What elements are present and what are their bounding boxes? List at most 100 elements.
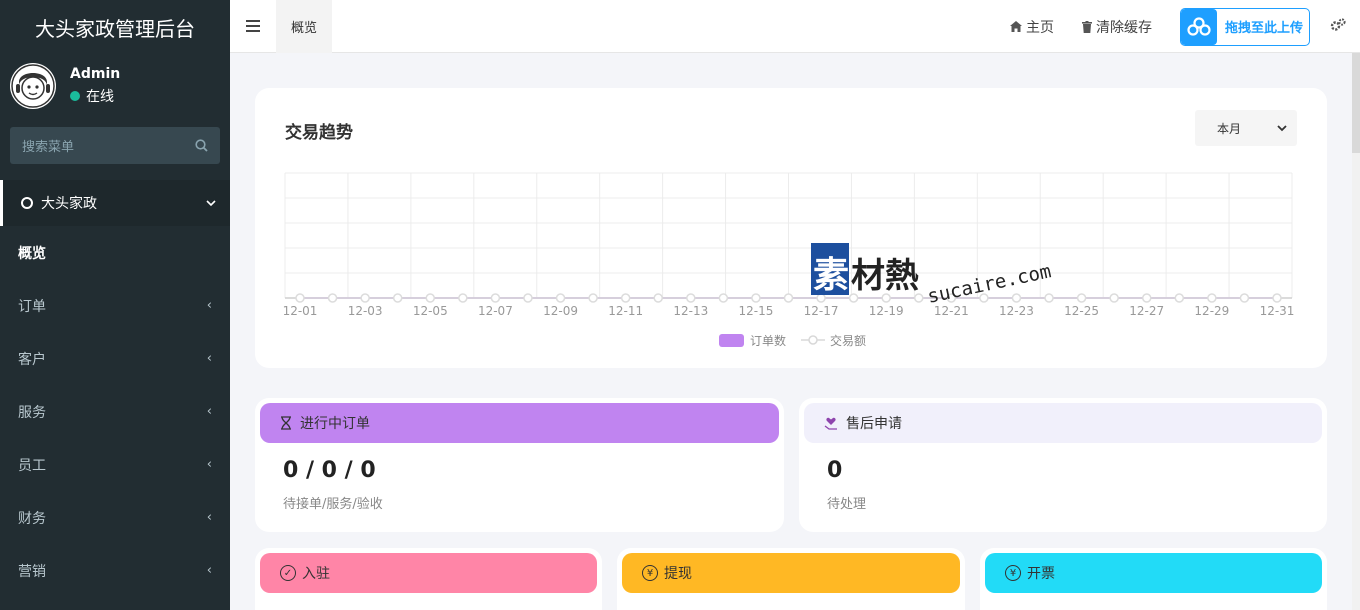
x-tick-label: 12-31 <box>1260 304 1295 318</box>
sidebar-item-customers[interactable]: 客户 ‹ <box>0 332 230 385</box>
cloud-upload-icon <box>1181 8 1217 45</box>
legend-label-amount: 交易额 <box>830 333 866 348</box>
data-point <box>588 293 598 303</box>
sidebar-nav: 大头家政 概览 订单 ‹ 客户 ‹ 服务 ‹ 员工 ‹ 财务 ‹ 营销 ‹ <box>0 180 230 597</box>
tab-overview[interactable]: 概览 <box>276 0 333 53</box>
check-circle-icon: ✓ <box>280 565 296 581</box>
data-point <box>686 293 696 303</box>
topbar: 概览 主页 清除缓存 拖拽至此上传 <box>230 0 1360 53</box>
aftersale-header: 售后申请 <box>804 403 1322 443</box>
chevron-down-icon <box>1277 124 1287 131</box>
search-icon <box>195 139 208 152</box>
hamburger-icon <box>246 20 260 32</box>
aftersale-title: 售后申请 <box>846 416 902 432</box>
data-point <box>718 293 729 303</box>
x-tick-label: 12-29 <box>1194 304 1229 318</box>
upload-dropzone[interactable]: 拖拽至此上传 <box>1180 7 1310 46</box>
sidebar-item-label: 员工 <box>18 457 46 474</box>
aftersale-sub: 待处理 <box>827 497 867 512</box>
ongoing-orders-sub: 待接单/服务/验收 <box>283 497 383 512</box>
sidebar: 大头家政管理后台 Admin 在线 搜索菜单 大头家政 概览 订单 ‹ 客户 ‹… <box>0 0 230 610</box>
invoice-card[interactable]: ¥ 开票 <box>980 548 1327 610</box>
chevron-left-icon: ‹ <box>206 510 212 525</box>
sidebar-item-marketing[interactable]: 营销 ‹ <box>0 544 230 597</box>
data-point <box>751 293 761 303</box>
x-tick-label: 12-05 <box>413 304 448 318</box>
circle-icon <box>21 197 33 209</box>
x-tick-label: 12-13 <box>673 304 708 318</box>
chevron-left-icon: ‹ <box>206 351 212 366</box>
watermark-cn-1: 素 <box>813 255 849 296</box>
chevron-down-icon <box>206 200 216 207</box>
sidebar-item-label: 财务 <box>18 510 46 527</box>
yen-circle-icon: ¥ <box>1005 565 1021 581</box>
data-point <box>1272 293 1282 303</box>
withdraw-header: ¥ 提现 <box>622 553 960 593</box>
data-point <box>555 293 566 303</box>
clear-cache-label: 清除缓存 <box>1096 19 1152 36</box>
page-scrollbar[interactable] <box>1352 53 1360 610</box>
data-point <box>523 293 533 303</box>
aftersale-card[interactable]: 售后申请 0 待处理 <box>799 398 1327 532</box>
ongoing-orders-header: 进行中订单 <box>260 403 779 443</box>
watermark-cn-2: 材熱 <box>851 256 919 296</box>
menu-search-input[interactable]: 搜索菜单 <box>10 127 220 164</box>
chart-title: 交易趋势 <box>285 123 353 143</box>
chevron-left-icon: ‹ <box>206 563 212 578</box>
data-point <box>783 293 794 303</box>
chevron-left-icon: ‹ <box>206 404 212 419</box>
watermark-en: sucaire.com <box>925 260 1053 308</box>
x-tick-label: 12-07 <box>478 304 513 318</box>
home-link[interactable]: 主页 <box>1010 17 1054 37</box>
sidebar-item-label: 订单 <box>18 298 46 315</box>
home-label: 主页 <box>1026 19 1054 36</box>
sidebar-group-dtjz[interactable]: 大头家政 <box>0 180 230 226</box>
clear-cache-button[interactable]: 清除缓存 <box>1082 17 1152 37</box>
sidebar-group-label: 大头家政 <box>41 196 97 212</box>
user-name: Admin <box>70 66 121 82</box>
heart-hand-icon <box>824 417 837 430</box>
sidebar-item-label: 概览 <box>18 245 46 262</box>
range-select[interactable]: 本月 <box>1195 110 1297 146</box>
sidebar-item-overview[interactable]: 概览 <box>0 226 230 279</box>
sidebar-item-services[interactable]: 服务 ‹ <box>0 385 230 438</box>
withdraw-title: 提现 <box>664 566 692 582</box>
home-icon <box>1010 21 1022 32</box>
online-dot-icon <box>70 91 80 101</box>
data-point <box>1207 293 1217 303</box>
upload-label: 拖拽至此上传 <box>1225 21 1304 36</box>
legend-swatch-orders <box>719 334 744 347</box>
data-point <box>1109 293 1119 303</box>
trade-trend-card: 12-01 12-03 12-05 12-07 12-09 12-11 12-13 12-15… <box>255 88 1327 368</box>
watermark-logo: 素 材熱 sucaire.com <box>811 243 1061 312</box>
scrollbar-thumb[interactable] <box>1352 53 1360 153</box>
x-tick-label: 12-03 <box>348 304 383 318</box>
x-tick-label: 12-25 <box>1064 304 1099 318</box>
hourglass-icon <box>281 416 291 430</box>
legend-label-orders: 订单数 <box>750 333 786 348</box>
settle-in-title: 入驻 <box>302 566 330 582</box>
chevron-left-icon: ‹ <box>206 457 212 472</box>
withdraw-card[interactable]: ¥ 提现 <box>617 548 965 610</box>
legend-swatch-amount-dot <box>808 335 818 345</box>
data-point <box>1239 293 1250 303</box>
sidebar-item-label: 客户 <box>18 351 46 368</box>
settings-button[interactable] <box>1330 17 1346 36</box>
tab-label: 概览 <box>291 20 318 36</box>
data-point <box>1141 293 1152 303</box>
ongoing-orders-card[interactable]: 进行中订单 0 / 0 / 0 待接单/服务/验收 <box>255 398 784 532</box>
sidebar-item-staff[interactable]: 员工 ‹ <box>0 438 230 491</box>
data-point <box>490 293 501 303</box>
brand-title: 大头家政管理后台 <box>35 17 195 41</box>
x-tick-label: 12-15 <box>738 304 773 318</box>
sidebar-item-orders[interactable]: 订单 ‹ <box>0 279 230 332</box>
data-point <box>392 293 403 303</box>
settle-in-card[interactable]: ✓ 入驻 <box>255 548 602 610</box>
x-tick-label: 12-27 <box>1129 304 1164 318</box>
sidebar-item-label: 营销 <box>18 563 46 580</box>
sidebar-item-finance[interactable]: 财务 ‹ <box>0 491 230 544</box>
menu-toggle-button[interactable] <box>230 0 276 53</box>
x-tick-label: 12-01 <box>283 304 318 318</box>
settle-in-header: ✓ 入驻 <box>260 553 597 593</box>
avatar[interactable] <box>10 63 56 109</box>
